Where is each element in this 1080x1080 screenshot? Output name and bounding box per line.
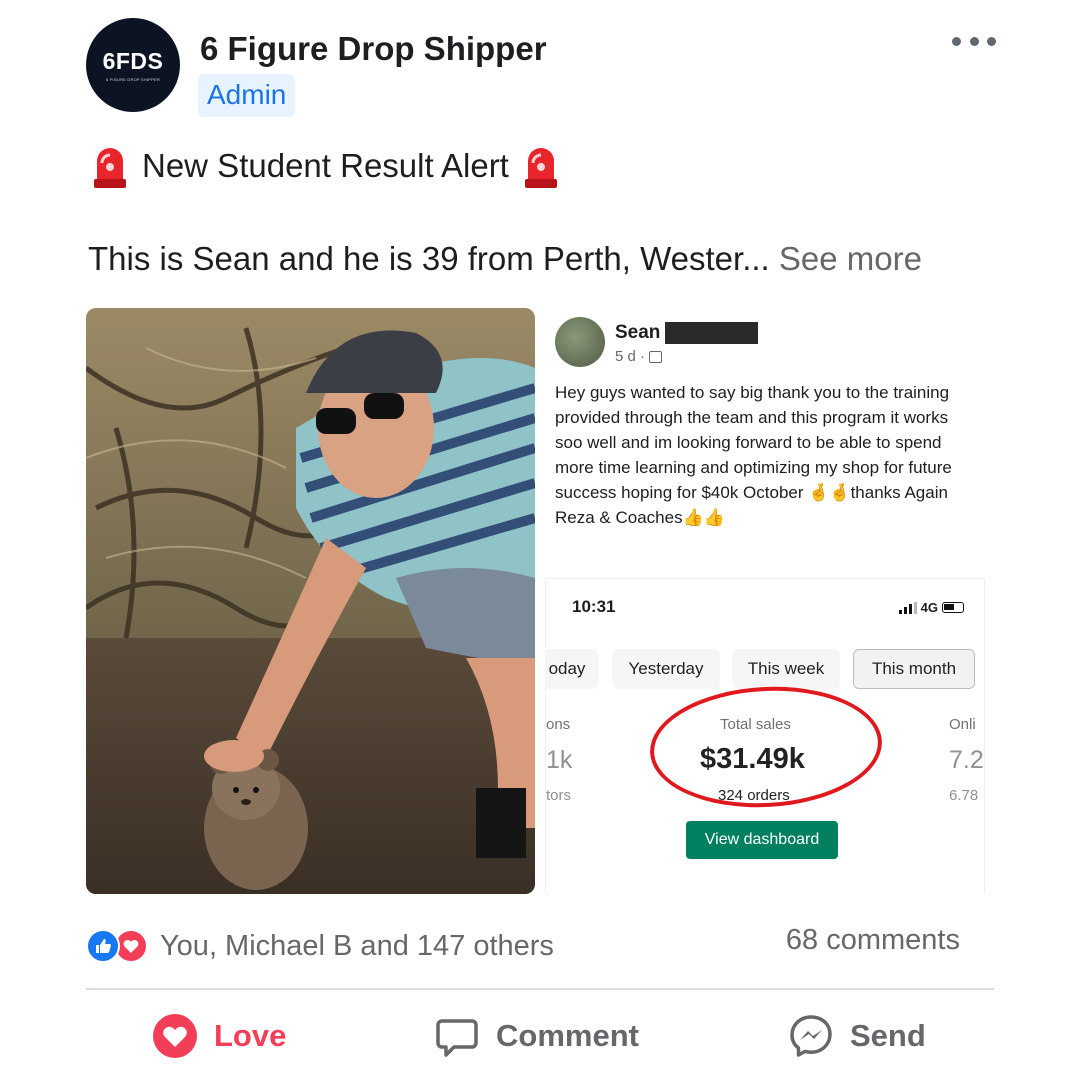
network-label: 4G <box>920 600 938 615</box>
avatar-text: 6FDS <box>102 48 164 74</box>
siren-icon <box>524 148 557 188</box>
send-label: Send <box>850 1018 926 1053</box>
send-button[interactable]: Send <box>788 1006 926 1066</box>
left-metric-value: 1k <box>546 746 573 774</box>
sales-dashboard-card: 10:31 4G oday Yesterday This week This m… <box>545 578 985 894</box>
love-label: Love <box>214 1018 287 1053</box>
divider <box>86 988 994 990</box>
avatar-subtext: 6 FIGURE DROP SHIPPER <box>106 77 160 82</box>
post-header: 6FDS 6 FIGURE DROP SHIPPER 6 Figure Drop… <box>86 18 996 118</box>
tab-this-month[interactable]: This month <box>853 649 975 689</box>
alert-text: New Student Result Alert <box>142 147 509 184</box>
page-name[interactable]: 6 Figure Drop Shipper <box>200 30 547 68</box>
comment-label: Comment <box>496 1018 639 1053</box>
alert-line: New Student Result Alert <box>92 142 559 190</box>
status-bar: 4G <box>898 600 964 615</box>
right-metric-label: Onli <box>949 716 976 733</box>
post-time: 5 d · <box>615 348 646 365</box>
sean-post-text: Hey guys wanted to say big thank you to … <box>555 383 952 527</box>
post-body: This is Sean and he is 39 from Perth, We… <box>88 240 922 278</box>
left-metric-label: ons <box>546 716 571 733</box>
right-metric-value: 7.2 <box>949 746 984 774</box>
embedded-post-screenshot[interactable]: Sean 5 d · Hey guys wanted to say big th… <box>545 308 995 894</box>
post-meta: 5 d · <box>615 348 663 365</box>
love-icon <box>153 1014 197 1058</box>
sean-avatar <box>555 317 605 367</box>
post-body-text: This is Sean and he is 39 from Perth, We… <box>88 240 770 277</box>
siren-icon <box>94 148 126 188</box>
phone-time: 10:31 <box>572 597 616 616</box>
highlight-circle <box>647 681 885 813</box>
love-button[interactable]: Love <box>152 1006 286 1066</box>
redacted-bar <box>665 322 758 344</box>
period-tabs: oday Yesterday This week This month <box>545 649 986 691</box>
group-icon <box>649 350 663 363</box>
student-photo[interactable] <box>86 308 535 894</box>
tab-today[interactable]: oday <box>545 649 598 689</box>
tab-this-week[interactable]: This week <box>732 649 840 689</box>
reactions-summary[interactable]: You, Michael B and 147 others <box>86 926 554 966</box>
tab-yesterday[interactable]: Yesterday <box>612 649 720 689</box>
like-reaction-icon <box>86 929 120 963</box>
right-metric-sub: 6.78 <box>949 787 979 804</box>
signal-icon <box>898 601 917 614</box>
battery-icon <box>942 602 964 613</box>
comment-icon <box>436 1019 478 1057</box>
admin-badge: Admin <box>198 74 296 117</box>
reactions-text: You, Michael B and 147 others <box>160 929 554 962</box>
action-bar: Love Comment Send <box>86 1006 994 1066</box>
comment-button[interactable]: Comment <box>434 1006 639 1066</box>
comments-count[interactable]: 68 comments <box>786 924 960 957</box>
see-more-link[interactable]: See more <box>779 240 922 277</box>
sean-name: Sean <box>615 322 661 343</box>
messenger-icon <box>790 1015 832 1057</box>
left-metric-sub: tors <box>546 787 572 804</box>
view-dashboard-button[interactable]: View dashboard <box>686 821 838 859</box>
page-avatar[interactable]: 6FDS 6 FIGURE DROP SHIPPER <box>86 18 180 112</box>
more-options-icon[interactable] <box>952 26 996 56</box>
